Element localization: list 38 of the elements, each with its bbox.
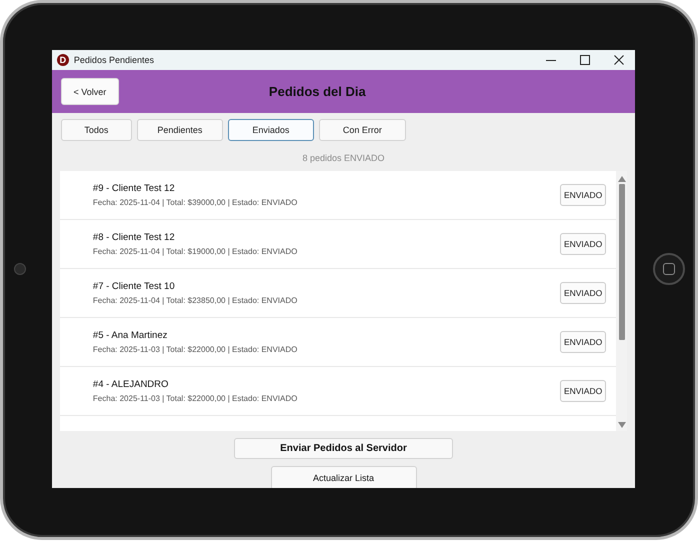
order-details: Fecha: 2025-11-03 | Total: $22000,00 | Estado: ENVIADO: [92, 394, 298, 403]
status-button[interactable]: ENVIADO: [560, 380, 606, 402]
order-details: Fecha: 2025-11-03 | Total: $22000,00 | Estado: ENVIADO: [92, 345, 298, 354]
status-button[interactable]: ENVIADO: [560, 184, 606, 206]
scroll-down-icon[interactable]: [618, 422, 626, 428]
status-button[interactable]: ENVIADO: [560, 331, 606, 353]
order-details: Fecha: 2025-11-04 | Total: $39000,00 | Estado: ENVIADO: [92, 198, 298, 207]
filter-tab[interactable]: Pendientes: [136, 119, 223, 141]
filter-tab[interactable]: Enviados: [228, 119, 314, 141]
order-row[interactable]: #7 - Cliente Test 10 Fecha: 2025-11-04 | Total: $23850,00 | Estado: ENVIADO ENVIADO: [60, 269, 616, 318]
back-button[interactable]: < Volver: [60, 78, 119, 105]
action-button[interactable]: Enviar Pedidos al Servidor: [234, 438, 453, 459]
status-button[interactable]: ENVIADO: [560, 282, 606, 304]
order-details: Fecha: 2025-11-04 | Total: $23850,00 | Estado: ENVIADO: [92, 296, 298, 305]
order-row[interactable]: #8 - Cliente Test 12 Fecha: 2025-11-04 | Total: $19000,00 | Estado: ENVIADO ENVIADO: [60, 220, 616, 269]
order-count: 8 pedidos ENVIADO: [301, 152, 386, 165]
order-title: #7 - Cliente Test 10: [92, 281, 176, 292]
action-button[interactable]: Actualizar Lista: [270, 466, 416, 488]
order-title: #4 - ALEJANDRO: [92, 379, 170, 390]
page-title: Pedidos del Dia: [268, 84, 366, 99]
scrollbar-thumb[interactable]: [618, 184, 625, 340]
order-row[interactable]: #4 - ALEJANDRO Fecha: 2025-11-03 | Total: $22000,00 | Estado: ENVIADO ENVIADO: [60, 367, 616, 416]
close-icon[interactable]: [613, 54, 626, 66]
camera-icon: [14, 263, 26, 275]
order-title: #8 - Cliente Test 12: [92, 232, 176, 243]
window-title: Pedidos Pendientes: [74, 55, 154, 65]
maximize-icon[interactable]: [579, 54, 592, 66]
home-button[interactable]: [653, 253, 686, 285]
order-row[interactable]: #5 - Ana Martinez Fecha: 2025-11-03 | Total: $22000,00 | Estado: ENVIADO ENVIADO: [60, 318, 616, 367]
order-details: Fecha: 2025-11-04 | Total: $19000,00 | Estado: ENVIADO: [92, 247, 298, 256]
app-icon: D: [56, 54, 69, 66]
scroll-up-icon[interactable]: [618, 176, 626, 182]
order-title: #5 - Ana Martinez: [92, 330, 168, 341]
status-button[interactable]: ENVIADO: [560, 233, 606, 255]
order-title: #9 - Cliente Test 12: [92, 183, 176, 194]
order-row[interactable]: #9 - Cliente Test 12 Fecha: 2025-11-04 | Total: $39000,00 | Estado: ENVIADO ENVIADO: [60, 171, 616, 220]
filter-tab[interactable]: Con Error: [318, 119, 406, 141]
filter-tab[interactable]: Todos: [60, 119, 132, 141]
